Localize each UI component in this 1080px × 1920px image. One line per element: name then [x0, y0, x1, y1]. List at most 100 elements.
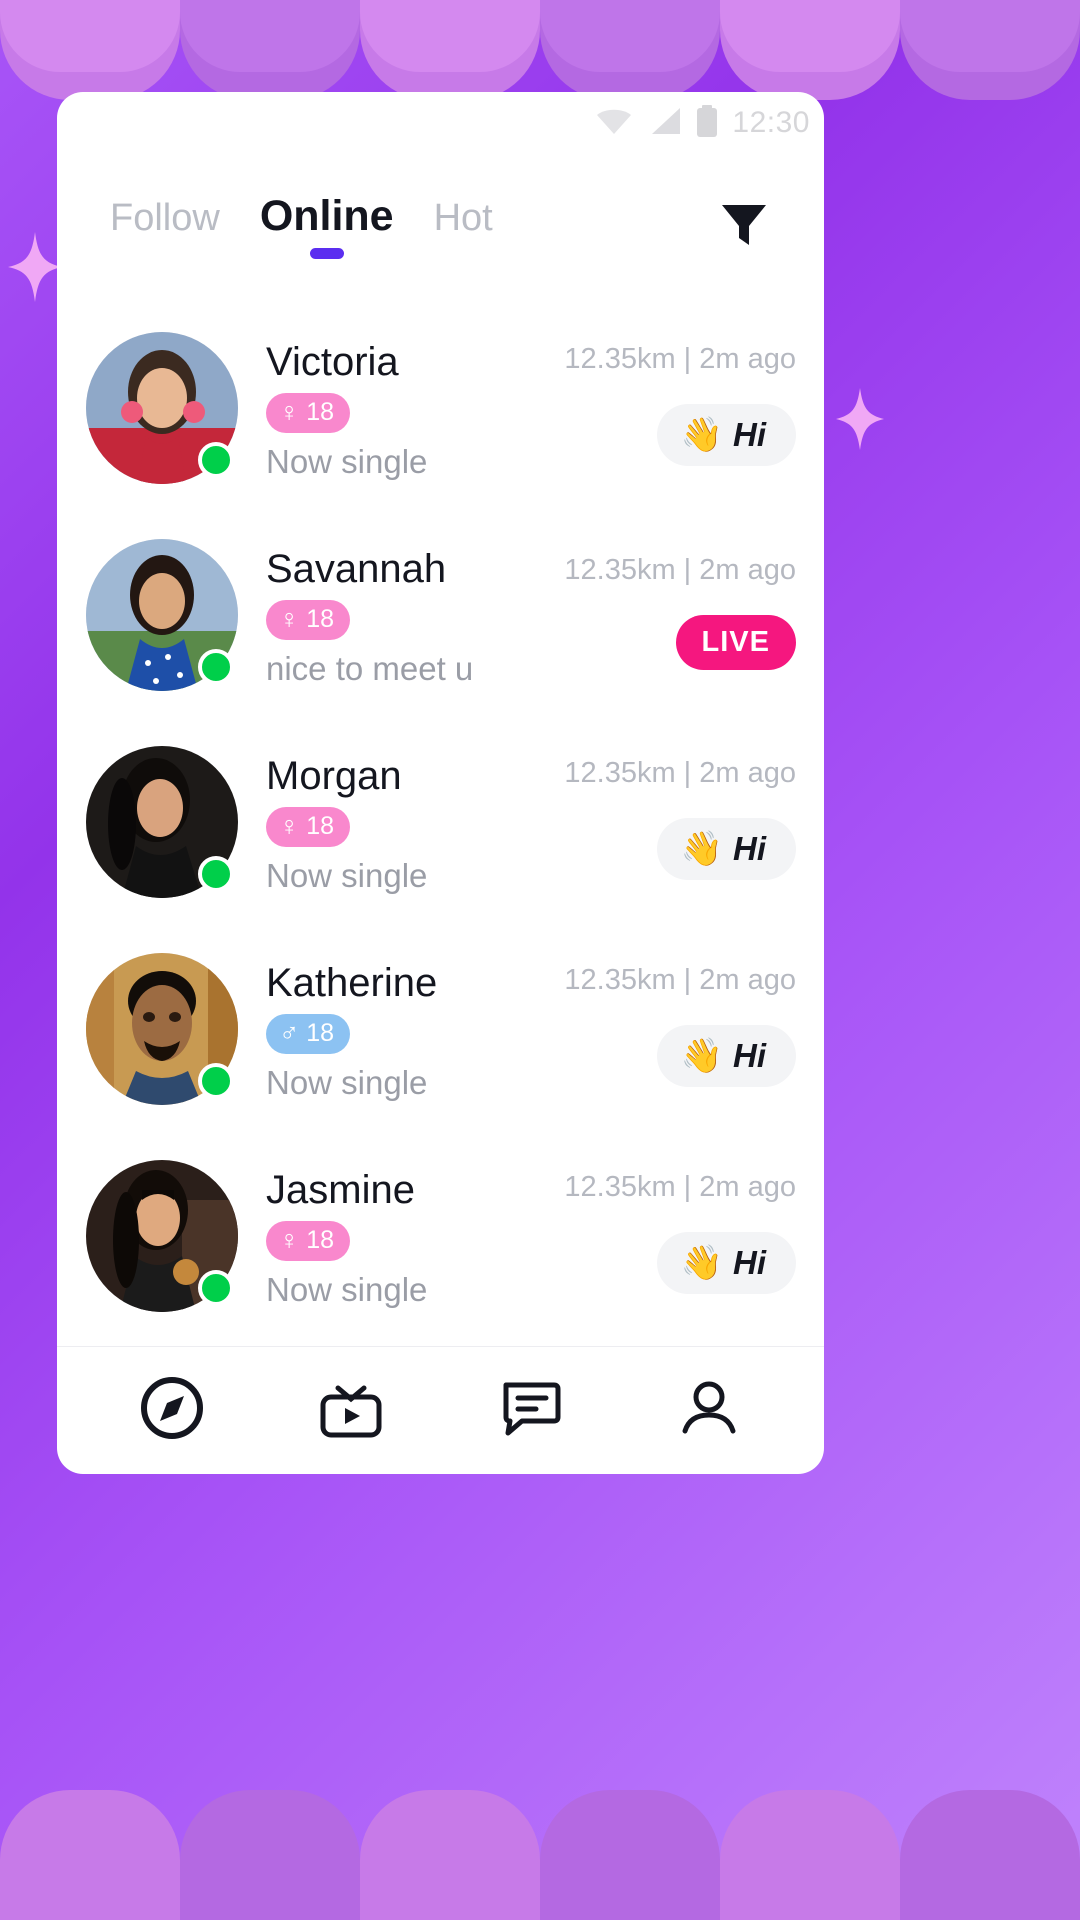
- distance-time-text: 12.35km | 2m ago: [564, 964, 796, 996]
- gender-age-badge: ♀ 18: [266, 1220, 351, 1261]
- table-row[interactable]: Morgan ♀ 18 Now single 12.35km | 2m ago …: [57, 718, 824, 925]
- age-value: 18: [306, 1225, 335, 1254]
- arch-shape: [540, 1790, 720, 1920]
- tv-live-icon: [316, 1375, 386, 1446]
- arch-shape: [540, 0, 720, 100]
- distance-time-text: 12.35km | 2m ago: [564, 1171, 796, 1203]
- arch-shape: [0, 0, 180, 100]
- gender-age-badge: ♂ 18: [266, 1013, 351, 1054]
- live-badge[interactable]: LIVE: [675, 614, 796, 670]
- table-row[interactable]: Katherine ♂ 18 Now single 12.35km | 2m a…: [57, 925, 824, 1132]
- background-arch-row-top: [0, 0, 1080, 100]
- row-actions: 12.35km | 2m ago 👋 Hi: [564, 925, 796, 1132]
- tab-follow-label: Follow: [110, 197, 220, 239]
- row-actions: 12.35km | 2m ago LIVE: [564, 511, 796, 718]
- gender-age-badge: ♀ 18: [266, 806, 351, 847]
- arch-shape: [720, 0, 900, 72]
- background-arch-row-top-overlay: [0, 0, 1080, 72]
- online-status-dot: [198, 1269, 234, 1306]
- distance-time-text: 12.35km | 2m ago: [564, 757, 796, 789]
- say-hi-button[interactable]: 👋 Hi: [656, 404, 796, 466]
- arch-shape: [720, 1790, 900, 1920]
- nav-item-discover[interactable]: [117, 1366, 227, 1456]
- online-status-dot: [198, 1062, 234, 1099]
- distance-time-text: 12.35km | 2m ago: [564, 553, 796, 586]
- age-value: 18: [306, 1018, 335, 1047]
- arch-shape: [180, 1790, 360, 1920]
- arch-shape: [360, 0, 540, 72]
- waving-hand-icon: 👋: [680, 1037, 723, 1075]
- arch-shape: [360, 1790, 540, 1920]
- male-gender-icon: ♂: [279, 1017, 300, 1048]
- say-hi-label: Hi: [733, 830, 766, 867]
- female-gender-icon: ♀: [279, 603, 300, 634]
- arch-shape: [0, 1790, 180, 1920]
- arch-shape: [900, 0, 1080, 100]
- table-row[interactable]: Victoria ♀ 18 Now single 12.35km | 2m ag…: [57, 304, 824, 511]
- tab-hot-label: Hot: [433, 197, 493, 239]
- arch-shape: [900, 0, 1080, 72]
- arch-shape: [360, 0, 540, 100]
- say-hi-button[interactable]: 👋 Hi: [656, 818, 796, 880]
- arch-shape: [720, 0, 900, 100]
- tab-follow[interactable]: Follow: [110, 197, 220, 246]
- user-list: Victoria ♀ 18 Now single 12.35km | 2m ag…: [57, 304, 824, 1346]
- avatar[interactable]: [86, 745, 238, 898]
- age-value: 18: [306, 811, 335, 840]
- sparkle-icon: [836, 388, 884, 450]
- table-row[interactable]: Jasmine ♀ 18 Now single 12.35km | 2m ago…: [57, 1132, 824, 1339]
- female-gender-icon: ♀: [279, 810, 300, 841]
- female-gender-icon: ♀: [279, 1224, 300, 1255]
- avatar[interactable]: [86, 331, 238, 484]
- say-hi-button[interactable]: 👋 Hi: [656, 1232, 796, 1294]
- waving-hand-icon: 👋: [680, 1244, 723, 1282]
- age-value: 18: [306, 397, 335, 426]
- arch-shape: [0, 0, 180, 72]
- say-hi-button[interactable]: 👋 Hi: [656, 1025, 796, 1087]
- avatar[interactable]: [86, 952, 238, 1105]
- age-value: 18: [306, 604, 335, 633]
- table-row[interactable]: Savannah ♀ 18 nice to meet u 12.35km | 2…: [57, 511, 824, 718]
- nav-item-profile[interactable]: [654, 1366, 764, 1456]
- waving-hand-icon: 👋: [680, 830, 723, 868]
- background-arch-row-bottom: [0, 1790, 1080, 1920]
- chat-bubble-icon: [496, 1375, 564, 1446]
- signal-icon: [646, 106, 682, 141]
- nav-item-chat[interactable]: [475, 1366, 585, 1456]
- say-hi-label: Hi: [733, 416, 766, 453]
- waving-hand-icon: 👋: [680, 416, 723, 454]
- say-hi-label: Hi: [733, 1244, 766, 1281]
- arch-shape: [180, 0, 360, 100]
- arch-shape: [900, 1790, 1080, 1920]
- avatar[interactable]: [86, 538, 238, 691]
- bottom-navigation: [57, 1346, 824, 1474]
- distance-time-text: 12.35km | 2m ago: [564, 343, 796, 375]
- compass-icon: [139, 1375, 205, 1446]
- arch-shape: [540, 0, 720, 72]
- online-status-dot: [198, 855, 234, 892]
- tab-list: Follow Online Hot: [110, 192, 716, 259]
- row-actions: 12.35km | 2m ago 👋 Hi: [564, 304, 796, 511]
- filter-funnel-icon: [716, 196, 772, 257]
- online-status-dot: [198, 441, 234, 478]
- tab-online[interactable]: Online: [259, 192, 394, 259]
- gender-age-badge: ♀ 18: [266, 392, 351, 433]
- online-status-dot: [198, 648, 234, 685]
- sparkle-icon: [8, 232, 62, 302]
- female-gender-icon: ♀: [279, 396, 300, 427]
- filter-button[interactable]: [716, 196, 772, 257]
- row-actions: 12.35km | 2m ago 👋 Hi: [564, 718, 796, 925]
- person-profile-icon: [676, 1375, 742, 1446]
- tab-online-label: Online: [259, 192, 394, 240]
- tab-hot[interactable]: Hot: [434, 197, 493, 246]
- battery-icon: [694, 104, 720, 142]
- status-bar-time: 12:30: [732, 106, 810, 139]
- gender-age-badge: ♀ 18: [266, 599, 351, 640]
- avatar[interactable]: [86, 1159, 238, 1312]
- nav-item-live[interactable]: [296, 1366, 406, 1456]
- phone-card: 12:30 Follow Online Hot Victoria ♀ 18 No…: [57, 92, 824, 1474]
- say-hi-label: Hi: [733, 1037, 766, 1074]
- status-bar: 12:30: [57, 92, 824, 154]
- row-actions: 12.35km | 2m ago 👋 Hi: [564, 1132, 796, 1339]
- tab-bar: Follow Online Hot: [57, 154, 824, 304]
